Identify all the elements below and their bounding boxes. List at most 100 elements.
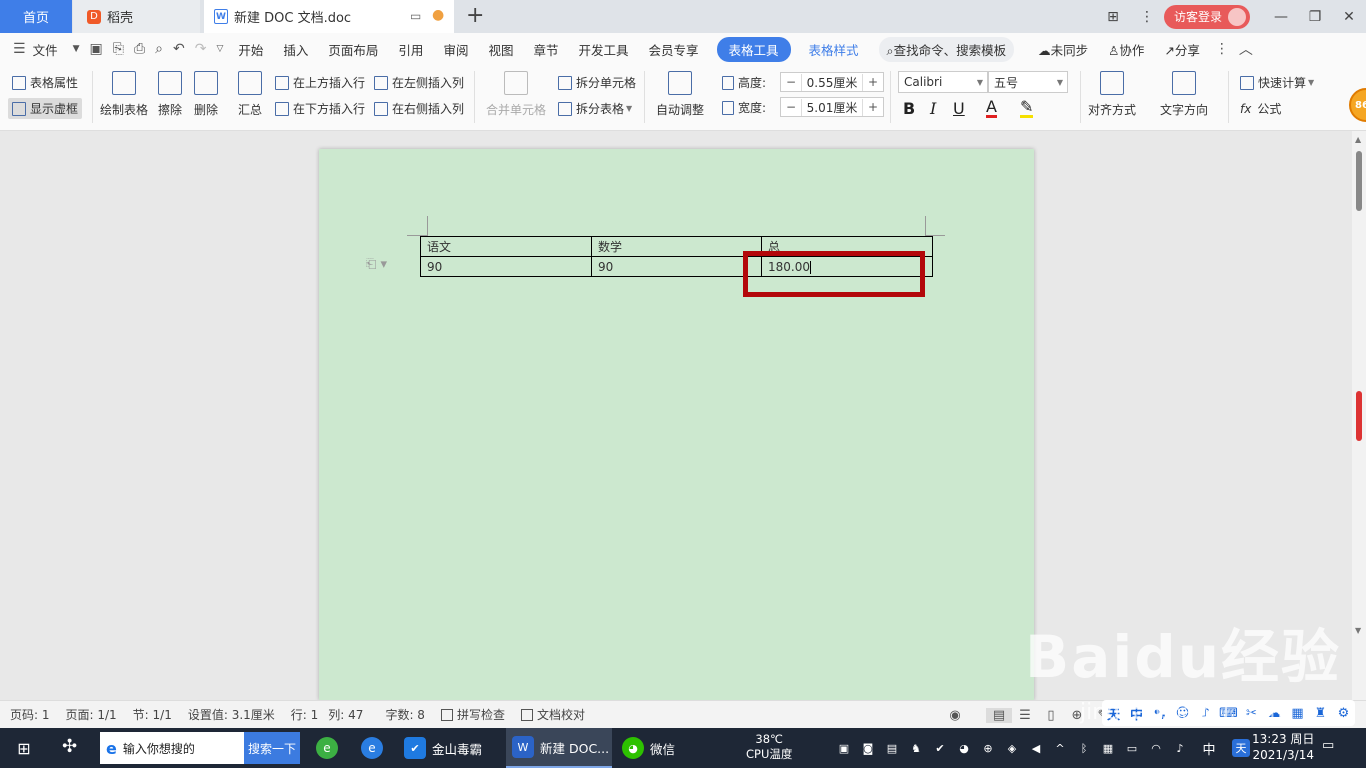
cpu-temp-widget[interactable]: 38℃ CPU温度 [746,732,792,762]
menu-dev-tools[interactable]: 开发工具 [568,40,638,59]
ime-indicator[interactable]: 中 [1192,739,1226,758]
command-search[interactable]: ⌕查找命令、搜索模板 [878,36,1015,62]
tray-person-icon[interactable]: ♞ [904,742,928,755]
share-button[interactable]: ↗分享 [1154,40,1210,59]
tray-security-icon[interactable]: ◈ [1000,742,1024,755]
split-cells-button[interactable]: 拆分单元格 [558,74,636,91]
text-direction-button[interactable]: 文字方向 [1160,71,1208,118]
collapse-icon[interactable]: ︿ [1234,39,1258,59]
tray-monitor-icon[interactable]: ▦ [1096,742,1120,755]
font-select[interactable]: Calibri ▼ [898,71,988,93]
tab-home[interactable]: 首页 [0,0,72,33]
menu-start[interactable]: 开始 [228,40,273,59]
format-painter-icon[interactable]: ⎘ [108,41,129,57]
menu-table-tools[interactable]: 表格工具 [716,36,791,62]
erase-button[interactable]: 擦除 [158,71,182,118]
menu-reference[interactable]: 引用 [388,40,433,59]
login-button[interactable]: 访客登录 [1163,4,1250,29]
tray-collapse-icon[interactable]: ^ [1048,742,1072,755]
height-value[interactable]: 0.55厘米 [801,73,863,91]
underline-icon[interactable]: U [953,99,965,118]
tray-plus-icon[interactable]: ⊕ [976,742,1000,755]
ime-skin-icon[interactable]: ♜ [1309,706,1332,721]
bluetooth-icon[interactable]: ᛒ [1072,742,1096,755]
font-color-icon[interactable]: A [986,99,997,118]
print-icon[interactable]: ⎙ [129,41,150,57]
taskbar-app-wechat[interactable]: ◕ 微信 [616,728,716,768]
screen-icon[interactable]: ▭ [410,9,421,23]
align-button[interactable]: 对齐方式 [1088,71,1136,118]
menu-page-layout[interactable]: 页面布局 [318,40,388,59]
split-table-button[interactable]: 拆分表格 ▼ [558,100,632,117]
menu-view[interactable]: 视图 [478,40,523,59]
tray-shield-icon[interactable]: ✔ [928,742,952,755]
more-icon[interactable]: ⋮ [1130,9,1164,25]
delete-button[interactable]: 删除 [194,71,218,118]
minus-icon[interactable]: − [781,100,801,114]
save-icon[interactable]: ▣ [85,41,108,57]
pinwheel-icon[interactable]: ✣ [62,736,77,757]
menu-chapter[interactable]: 章节 [523,40,568,59]
status-words[interactable]: 字数: 8 [385,706,425,723]
table-cell[interactable]: 90 [591,256,762,277]
table-cell[interactable]: 语文 [420,236,592,257]
redo-icon[interactable]: ↷ [190,41,212,57]
height-spinner[interactable]: −0.55厘米 + [780,72,884,92]
customize-icon[interactable]: ▽ [211,44,228,54]
table-cell[interactable]: 90 [420,256,592,277]
layout-icon[interactable]: ⊞ [1096,9,1130,25]
tray-chat-icon[interactable]: ▭ [1120,742,1144,755]
insert-row-above-button[interactable]: 在上方插入行 [275,74,365,91]
vertical-scrollbar[interactable]: ▲ ▼ [1352,131,1366,700]
menu-review[interactable]: 审阅 [433,40,478,59]
summary-button[interactable]: 汇总 [238,71,262,118]
windows-start-icon[interactable]: ⊞ [0,739,48,758]
plus-icon[interactable]: + [863,75,883,89]
tray-app-icon[interactable]: ◙ [856,742,880,755]
page-view-icon[interactable]: ▤ [986,707,1012,723]
insert-row-below-button[interactable]: 在下方插入行 [275,100,365,117]
table-props-button[interactable]: 表格属性 [12,74,78,91]
new-tab-button[interactable]: + [466,3,484,28]
tab-document[interactable]: W 新建 DOC 文档.doc ▭ ● [204,0,454,33]
table-cell[interactable]: 数学 [591,236,762,257]
minimize-icon[interactable]: — [1264,9,1298,25]
scroll-down-icon[interactable]: ▼ [1355,626,1361,635]
tray-app-icon[interactable]: ▣ [832,742,856,755]
taskbar-search-input[interactable]: 输入你想搜的 [123,740,244,757]
highlight-icon[interactable]: ✎ [1020,99,1034,118]
table-handle-icon[interactable]: ⎗ ▾ [366,257,387,272]
menu-file[interactable]: 文件 [31,40,68,59]
proofread-button[interactable]: 文档校对 [520,706,585,723]
print-preview-icon[interactable]: ⌕ [150,41,168,57]
close-icon[interactable]: ✕ [1332,9,1366,25]
collab-button[interactable]: ♙协作 [1098,40,1154,59]
minus-icon[interactable]: − [781,75,801,89]
ie-browser-icon[interactable]: e [361,737,383,759]
font-size-select[interactable]: 五号 ▼ [988,71,1068,93]
menu-table-style[interactable]: 表格样式 [799,40,869,59]
ime-tray-icon[interactable]: 天 [1232,739,1250,757]
sync-button[interactable]: ☁未同步 [1028,40,1098,59]
eye-icon[interactable]: ◉ [942,708,968,723]
more-icon[interactable]: ⋮ [1210,41,1234,57]
reading-view-icon[interactable]: ▯ [1038,708,1064,723]
chevron-down-icon[interactable]: ▼ [68,44,85,54]
ime-settings-icon[interactable]: ⚙ [1332,706,1355,721]
restore-icon[interactable]: ❐ [1298,9,1332,25]
scroll-thumb[interactable] [1356,151,1362,211]
quick-calc-button[interactable]: 快速计算 ▼ [1240,74,1314,91]
draw-table-button[interactable]: 绘制表格 [100,71,148,118]
volume-icon[interactable]: ♪ [1168,742,1192,755]
italic-icon[interactable]: I [930,99,936,118]
bold-icon[interactable]: B [903,99,915,118]
width-value[interactable]: 5.01厘米 [801,98,863,116]
system-clock[interactable]: 13:23 周日 2021/3/14 [1252,731,1314,763]
menu-member[interactable]: 会员专享 [639,40,709,59]
spell-check-button[interactable]: 拼写检查 [440,706,505,723]
menu-insert[interactable]: 插入 [273,40,318,59]
ime-grid-icon[interactable]: ▦ [1286,706,1309,721]
tab-daoke[interactable]: D 稻壳 [73,0,200,33]
insert-col-right-button[interactable]: 在右侧插入列 [374,100,464,117]
merge-cells-button[interactable]: 合并单元格 [486,71,546,118]
